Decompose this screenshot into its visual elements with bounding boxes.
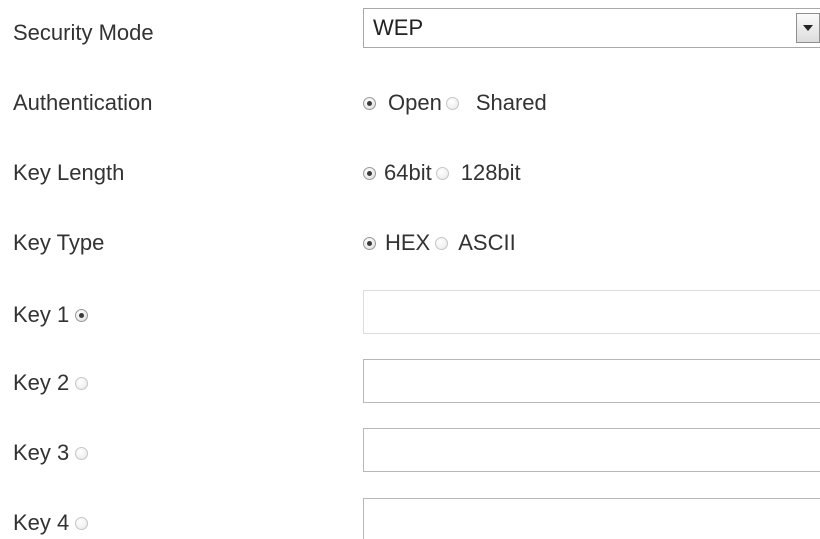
key-type-ascii-radio[interactable] bbox=[435, 236, 449, 250]
key-1-input[interactable] bbox=[363, 290, 820, 334]
key-type-hex-radio[interactable] bbox=[363, 236, 376, 250]
authentication-shared-label: Shared bbox=[475, 90, 547, 115]
key-2-row-label: Key 2 bbox=[13, 370, 89, 396]
key-type-ascii-label: ASCII bbox=[458, 230, 516, 255]
key-length-64bit-label: 64bit bbox=[384, 160, 432, 185]
key-3-row-label: Key 3 bbox=[13, 440, 89, 466]
authentication-radio-group: Open Shared bbox=[363, 90, 547, 116]
authentication-label: Authentication bbox=[13, 90, 153, 115]
authentication-open-label: Open bbox=[388, 90, 442, 115]
key-3-input[interactable] bbox=[363, 428, 820, 472]
key-3-radio[interactable] bbox=[75, 446, 89, 460]
key-1-row-label: Key 1 bbox=[13, 302, 89, 328]
security-mode-select[interactable]: WEP bbox=[363, 8, 820, 48]
key-4-label: Key 4 bbox=[13, 510, 70, 535]
wireless-security-form: Security Mode WEP Authentication Open Sh… bbox=[0, 0, 820, 539]
key-type-hex-label: HEX bbox=[385, 230, 431, 255]
key-4-input[interactable] bbox=[363, 498, 820, 539]
key-length-64bit-radio[interactable] bbox=[363, 166, 376, 180]
key-2-radio[interactable] bbox=[75, 376, 89, 390]
chevron-down-icon bbox=[803, 25, 813, 31]
security-mode-label: Security Mode bbox=[13, 20, 154, 45]
key-1-radio[interactable] bbox=[75, 308, 89, 322]
key-3-label: Key 3 bbox=[13, 440, 70, 465]
key-4-row-label: Key 4 bbox=[13, 510, 89, 536]
key-2-input[interactable] bbox=[363, 359, 820, 403]
key-length-128bit-radio[interactable] bbox=[435, 166, 449, 180]
key-1-label: Key 1 bbox=[13, 302, 70, 327]
dropdown-arrow-button[interactable] bbox=[796, 13, 820, 43]
key-4-radio[interactable] bbox=[75, 516, 89, 530]
authentication-open-radio[interactable] bbox=[363, 96, 376, 110]
security-mode-value: WEP bbox=[373, 15, 424, 40]
key-2-label: Key 2 bbox=[13, 370, 70, 395]
authentication-shared-radio[interactable] bbox=[445, 96, 459, 110]
key-length-128bit-label: 128bit bbox=[460, 160, 521, 185]
key-length-label: Key Length bbox=[13, 160, 125, 185]
key-length-radio-group: 64bit 128bit bbox=[363, 160, 521, 186]
key-type-radio-group: HEX ASCII bbox=[363, 230, 516, 256]
key-type-label: Key Type bbox=[13, 230, 105, 255]
